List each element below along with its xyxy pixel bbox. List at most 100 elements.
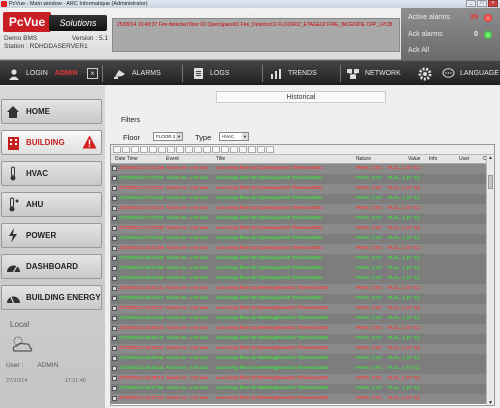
row-checkbox[interactable] bbox=[112, 266, 117, 271]
column-header-event[interactable]: Event bbox=[166, 155, 179, 164]
row-checkbox[interactable] bbox=[112, 166, 117, 171]
sidebar-item-building-energy[interactable]: BUILDING ENERGY bbox=[1, 285, 102, 310]
row-checkbox[interactable] bbox=[112, 306, 117, 311]
table-row[interactable]: 27/10/2014 17:01:02 Alarm on - not ack. Lo… bbox=[111, 214, 488, 224]
row-checkbox[interactable] bbox=[112, 276, 117, 281]
row-checkbox[interactable] bbox=[112, 356, 117, 361]
row-checkbox[interactable] bbox=[112, 216, 117, 221]
nav-alarms[interactable]: ALARMS bbox=[112, 61, 161, 86]
find-icon[interactable] bbox=[212, 146, 220, 153]
table-row[interactable]: 27/10/2014 16:51:31 Alarm on - not ack. Lo… bbox=[111, 284, 488, 294]
row-checkbox[interactable] bbox=[112, 286, 117, 291]
row-checkbox[interactable] bbox=[112, 176, 117, 181]
active-alarms-row[interactable]: Active alarms 29 bbox=[408, 12, 498, 24]
nav-network[interactable]: NETWORK bbox=[345, 61, 401, 86]
table-row[interactable]: 27/10/2014 17:00:42 Alarm on - not ack. Lo… bbox=[111, 234, 488, 244]
table-row[interactable]: 27/10/2014 17:01:43 Alarm on - not ack. Lo… bbox=[111, 194, 488, 204]
column-header-value[interactable]: Value bbox=[408, 155, 420, 164]
sidebar-item-dashboard[interactable]: DASHBOARD bbox=[1, 254, 102, 279]
sidebar-item-power[interactable]: POWER bbox=[1, 223, 102, 248]
row-checkbox[interactable] bbox=[112, 236, 117, 241]
row-checkbox[interactable] bbox=[112, 206, 117, 211]
minimize-button[interactable]: _ bbox=[466, 0, 476, 7]
table-row[interactable]: 27/10/2014 16:52:56 Alarm on - not ack. Lo… bbox=[111, 244, 488, 254]
table-row[interactable]: 27/10/2014 17:01:58 Alarm on - not ack. Lo… bbox=[111, 164, 488, 174]
close-button[interactable]: × bbox=[488, 0, 498, 7]
row-checkbox[interactable] bbox=[112, 226, 117, 231]
zoom-out-icon[interactable] bbox=[203, 146, 211, 153]
row-checkbox[interactable] bbox=[112, 256, 117, 261]
sidebar-item-home[interactable]: HOME bbox=[1, 99, 102, 124]
column-header-nature[interactable]: Nature bbox=[356, 155, 371, 164]
help-icon[interactable] bbox=[266, 146, 274, 153]
bell-icon[interactable] bbox=[239, 146, 247, 153]
ack-all-button[interactable]: Ack All bbox=[408, 45, 498, 57]
table-row[interactable]: 27/10/2014 16:51:55 Alarm on - not ack. Lo… bbox=[111, 264, 488, 274]
column-header-title[interactable]: Title bbox=[216, 155, 225, 164]
row-checkbox[interactable] bbox=[112, 376, 117, 381]
column-header-info[interactable]: Info bbox=[429, 155, 437, 164]
ack-icon[interactable] bbox=[113, 146, 121, 153]
column-header-datetime[interactable]: Date Time bbox=[115, 155, 138, 164]
table-row[interactable]: 27/10/2014 17:01:53 Alarm on - not ack. Lo… bbox=[111, 174, 488, 184]
filter-icon[interactable] bbox=[131, 146, 139, 153]
vertical-scrollbar[interactable]: ▲ ▼ bbox=[486, 155, 494, 405]
alarm-banner[interactable]: 25/09/14 16:40:37 Fire detected floor 02… bbox=[112, 18, 400, 52]
table-row[interactable]: 27/10/2014 16:47:53 Alarm on - not ack. Lo… bbox=[111, 384, 488, 394]
table-row[interactable]: 27/10/2014 16:49:05 Alarm on - not ack. Lo… bbox=[111, 354, 488, 364]
floor-select[interactable]: FLOOR 2 ▼ bbox=[153, 132, 183, 141]
row-checkbox[interactable] bbox=[112, 316, 117, 321]
table-row[interactable]: 27/10/2014 16:51:04 Alarm on - not ack. Lo… bbox=[111, 314, 488, 324]
table-row[interactable]: 27/10/2014 17:00:59 Alarm on - not ack. Lo… bbox=[111, 224, 488, 234]
table-row[interactable]: 27/10/2014 16:51:07 Alarm on - not ack. Lo… bbox=[111, 304, 488, 314]
row-checkbox[interactable] bbox=[112, 296, 117, 301]
nav-language[interactable]: LANGUAGE bbox=[440, 61, 499, 86]
row-checkbox[interactable] bbox=[112, 346, 117, 351]
table-row[interactable]: 27/10/2014 17:01:50 Alarm on - not ack. Lo… bbox=[111, 184, 488, 194]
table-row[interactable]: 27/10/2014 17:01:23 Alarm on - not ack. Lo… bbox=[111, 204, 488, 214]
row-checkbox[interactable] bbox=[112, 386, 117, 391]
sidebar-item-ahu[interactable]: AHU bbox=[1, 192, 102, 217]
maximize-button[interactable]: □ bbox=[477, 0, 487, 7]
nav-trends[interactable]: TRENDS bbox=[268, 61, 317, 86]
refresh-icon[interactable] bbox=[149, 146, 157, 153]
table-row[interactable]: 27/10/2014 16:52:28 Alarm on - not ack. Lo… bbox=[111, 254, 488, 264]
column-header-user[interactable]: User bbox=[459, 155, 470, 164]
ack-all-icon[interactable] bbox=[122, 146, 130, 153]
scroll-up-icon[interactable]: ▲ bbox=[487, 155, 494, 162]
table-row[interactable]: 27/10/2014 16:48:14 Alarm on - not ack. Lo… bbox=[111, 374, 488, 384]
table-row[interactable]: 27/10/2014 16:50:03 Alarm on - not ack. Lo… bbox=[111, 324, 488, 334]
login-button[interactable]: LOGIN ADMIN bbox=[6, 61, 78, 86]
unmask-icon[interactable] bbox=[185, 146, 193, 153]
clear-icon[interactable] bbox=[248, 146, 256, 153]
sidebar-item-building[interactable]: BUILDING bbox=[1, 130, 102, 155]
row-checkbox[interactable] bbox=[112, 246, 117, 251]
table-row[interactable]: 27/10/2014 16:49:41 Alarm on - not ack. Lo… bbox=[111, 334, 488, 344]
table-row[interactable]: 27/10/2014 16:49:22 Alarm on - not ack. Lo… bbox=[111, 344, 488, 354]
row-checkbox[interactable] bbox=[112, 196, 117, 201]
nav-logs[interactable]: LOGS bbox=[190, 61, 229, 86]
play-icon[interactable] bbox=[230, 146, 238, 153]
type-select[interactable]: HVAC ▼ bbox=[219, 132, 249, 141]
settings-button[interactable] bbox=[417, 61, 433, 86]
zoom-in-icon[interactable] bbox=[194, 146, 202, 153]
scroll-thumb[interactable] bbox=[488, 175, 493, 189]
table-row[interactable]: 27/10/2014 16:48:44 Alarm on - not ack. Lo… bbox=[111, 364, 488, 374]
sidebar-item-hvac[interactable]: HVAC bbox=[1, 161, 102, 186]
scroll-down-icon[interactable]: ▼ bbox=[487, 400, 494, 405]
mask-icon[interactable] bbox=[176, 146, 184, 153]
row-checkbox[interactable] bbox=[112, 336, 117, 341]
row-checkbox[interactable] bbox=[112, 396, 117, 401]
sort-icon[interactable] bbox=[140, 146, 148, 153]
pause-icon[interactable] bbox=[221, 146, 229, 153]
settings-icon[interactable] bbox=[257, 146, 265, 153]
table-row[interactable]: 27/10/2014 16:51:21 Alarm on - not ack. Lo… bbox=[111, 294, 488, 304]
row-checkbox[interactable] bbox=[112, 326, 117, 331]
row-checkbox[interactable] bbox=[112, 366, 117, 371]
row-checkbox[interactable] bbox=[112, 186, 117, 191]
table-row[interactable]: 27/10/2014 16:47:26 Alarm on - not ack. Lo… bbox=[111, 394, 488, 404]
table-row[interactable]: 27/10/2014 16:51:35 Alarm on - not ack. Lo… bbox=[111, 274, 488, 284]
ack-alarms-row[interactable]: Ack alarms 0 bbox=[408, 29, 498, 41]
export-icon[interactable] bbox=[167, 146, 175, 153]
logout-button[interactable]: × bbox=[87, 61, 98, 86]
